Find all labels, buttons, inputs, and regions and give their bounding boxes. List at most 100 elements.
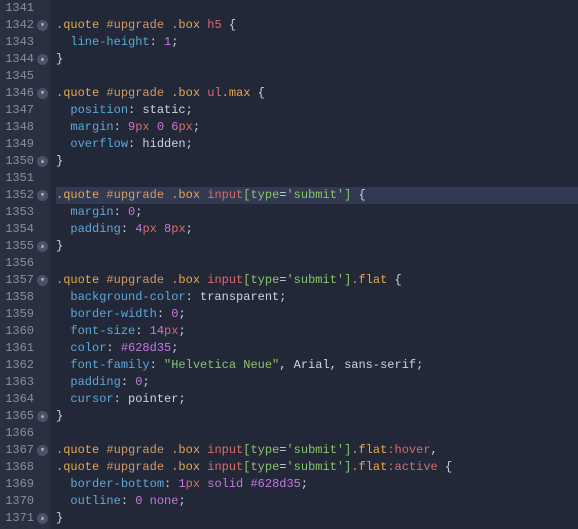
- token-unit: px: [186, 477, 200, 491]
- token-tag: input: [207, 273, 243, 287]
- code-line[interactable]: .quote #upgrade .box input[type='submit'…: [56, 459, 578, 476]
- code-line[interactable]: .quote #upgrade .box input[type='submit'…: [56, 442, 578, 459]
- token-punc: :: [121, 375, 128, 389]
- code-line[interactable]: }: [56, 408, 578, 425]
- token-punc: ;: [171, 341, 178, 355]
- code-line[interactable]: border-width: 0;: [56, 306, 578, 323]
- code-editor[interactable]: 1341134213431344134513461347134813491350…: [0, 0, 578, 529]
- token-sp: [121, 120, 128, 134]
- fold-toggle-close-icon[interactable]: ▴: [37, 513, 48, 524]
- code-line[interactable]: padding: 4px 8px;: [56, 221, 578, 238]
- line-number: 1341: [4, 0, 34, 17]
- token-class: .quote: [56, 188, 99, 202]
- fold-toggle-close-icon[interactable]: ▴: [37, 54, 48, 65]
- token-class: .max: [222, 86, 251, 100]
- code-line[interactable]: }: [56, 238, 578, 255]
- token-class: .quote: [56, 86, 99, 100]
- code-line[interactable]: overflow: hidden;: [56, 136, 578, 153]
- token-sp: [387, 273, 394, 287]
- fold-toggle-close-icon[interactable]: ▴: [37, 241, 48, 252]
- token-punc: ;: [135, 205, 142, 219]
- token-punc: ;: [142, 375, 149, 389]
- code-line[interactable]: .quote #upgrade .box h5 {: [56, 17, 578, 34]
- code-line[interactable]: }: [56, 51, 578, 68]
- token-tag: input: [207, 188, 243, 202]
- code-line[interactable]: [56, 425, 578, 442]
- token-sp: [222, 18, 229, 32]
- code-line[interactable]: padding: 0;: [56, 374, 578, 391]
- code-line[interactable]: [56, 255, 578, 272]
- token-prop: line-height: [70, 35, 149, 49]
- token-punc: ;: [178, 392, 185, 406]
- token-sp: [157, 358, 164, 372]
- token-prop: position: [70, 103, 128, 117]
- code-line[interactable]: background-color: transparent;: [56, 289, 578, 306]
- line-number: 1358: [4, 289, 34, 306]
- token-class: .quote: [56, 18, 99, 32]
- fold-toggle-close-icon[interactable]: ▴: [37, 156, 48, 167]
- token-punc: :: [150, 35, 157, 49]
- token-id: #upgrade: [106, 273, 164, 287]
- token-indent: [56, 307, 70, 321]
- token-prop: border-bottom: [70, 477, 164, 491]
- token-font: sans-serif: [344, 358, 416, 372]
- token-attr: type: [250, 460, 279, 474]
- code-line[interactable]: }: [56, 510, 578, 527]
- token-sp: [351, 188, 358, 202]
- code-line[interactable]: cursor: pointer;: [56, 391, 578, 408]
- token-num: 14: [150, 324, 164, 338]
- token-id: #upgrade: [106, 443, 164, 457]
- code-line[interactable]: font-family: "Helvetica Neue", Arial, sa…: [56, 357, 578, 374]
- line-number: 1349: [4, 136, 34, 153]
- code-line[interactable]: [56, 170, 578, 187]
- token-indent: [56, 341, 70, 355]
- token-prop: color: [70, 341, 106, 355]
- token-prop: padding: [70, 375, 120, 389]
- code-line[interactable]: }: [56, 153, 578, 170]
- line-number: 1357: [4, 272, 34, 289]
- code-area[interactable]: .quote #upgrade .box h5 { line-height: 1…: [50, 0, 578, 529]
- token-indent: [56, 324, 70, 338]
- token-punc: ;: [301, 477, 308, 491]
- token-id: #upgrade: [106, 188, 164, 202]
- line-number: 1343: [4, 34, 34, 51]
- code-line[interactable]: position: static;: [56, 102, 578, 119]
- code-line[interactable]: line-height: 1;: [56, 34, 578, 51]
- token-prop: overflow: [70, 137, 128, 151]
- line-number: 1344: [4, 51, 34, 68]
- code-line[interactable]: .quote #upgrade .box ul.max {: [56, 85, 578, 102]
- code-line[interactable]: outline: 0 none;: [56, 493, 578, 510]
- token-class: .box: [171, 273, 200, 287]
- token-sp: [142, 324, 149, 338]
- fold-toggle-open-icon[interactable]: ▾: [37, 20, 48, 31]
- token-class: .flat: [351, 443, 387, 457]
- fold-toggle-open-icon[interactable]: ▾: [37, 88, 48, 99]
- fold-toggle-open-icon[interactable]: ▾: [37, 190, 48, 201]
- code-line[interactable]: .quote #upgrade .box input[type='submit'…: [56, 187, 578, 204]
- token-punc: }: [56, 52, 63, 66]
- token-class: .box: [171, 188, 200, 202]
- token-class: .flat: [351, 273, 387, 287]
- line-number: 1363: [4, 374, 34, 391]
- code-line[interactable]: color: #628d35;: [56, 340, 578, 357]
- code-line[interactable]: border-bottom: 1px solid #628d35;: [56, 476, 578, 493]
- code-line[interactable]: [56, 0, 578, 17]
- fold-toggle-open-icon[interactable]: ▾: [37, 275, 48, 286]
- fold-toggle-close-icon[interactable]: ▴: [37, 411, 48, 422]
- token-punc: :: [121, 494, 128, 508]
- code-line[interactable]: margin: 0;: [56, 204, 578, 221]
- token-attr: type: [250, 273, 279, 287]
- token-class: .quote: [56, 273, 99, 287]
- token-pseudo: :active: [387, 460, 437, 474]
- token-str: 'submit': [286, 273, 344, 287]
- line-number: 1369: [4, 476, 34, 493]
- token-punc: ,: [431, 443, 438, 457]
- token-indent: [56, 494, 70, 508]
- token-prop: cursor: [70, 392, 113, 406]
- code-line[interactable]: margin: 9px 0 6px;: [56, 119, 578, 136]
- code-line[interactable]: [56, 68, 578, 85]
- code-line[interactable]: font-size: 14px;: [56, 323, 578, 340]
- token-punc: :: [114, 205, 121, 219]
- fold-toggle-open-icon[interactable]: ▾: [37, 445, 48, 456]
- code-line[interactable]: .quote #upgrade .box input[type='submit'…: [56, 272, 578, 289]
